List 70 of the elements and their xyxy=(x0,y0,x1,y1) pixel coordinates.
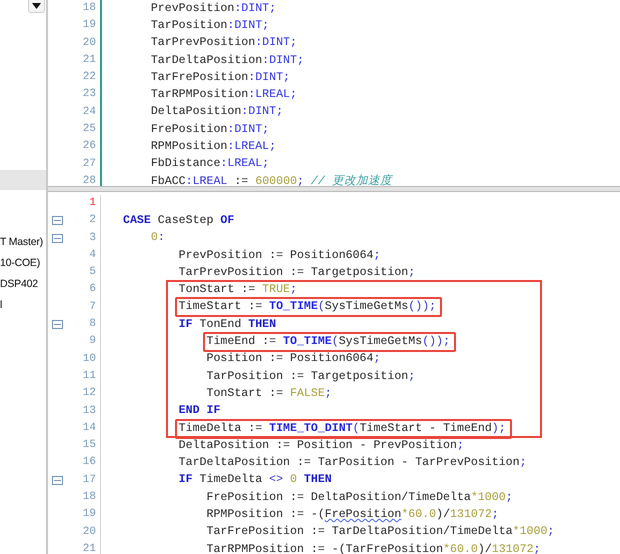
line-number: 16 xyxy=(82,455,97,470)
code-line: FrePosition := DeltaPosition/TimeDelta*1000; xyxy=(206,490,513,505)
code-line: TarRPMPosition:LREAL; xyxy=(150,88,297,102)
code-line: TarPrevPosition := Targetposition; xyxy=(178,266,416,280)
code-line: DeltaPosition := Position - PrevPosition; xyxy=(178,438,464,453)
line-number: 5 xyxy=(88,265,97,280)
line-number: 22 xyxy=(82,70,97,86)
tree-item[interactable]: l xyxy=(0,295,46,316)
collapse-icon[interactable] xyxy=(52,320,62,330)
code-line: Position := Position6064; xyxy=(206,352,380,366)
code-line: IF TimeDelta <> 0 THEN xyxy=(178,473,332,488)
line-number: 21 xyxy=(82,52,97,68)
tree-item[interactable]: T Master) xyxy=(0,232,46,253)
line-number: 10 xyxy=(82,352,97,367)
code-line: TarFrePosition:DINT; xyxy=(150,70,290,85)
tree-item[interactable]: 10-COE) xyxy=(0,253,46,274)
line-number: 1 xyxy=(88,196,97,211)
code-line: IF TonEnd THEN xyxy=(178,318,276,332)
line-number: 18 xyxy=(82,1,97,16)
code-line: FrePosition:DINT; xyxy=(150,122,270,137)
line-number: 3 xyxy=(88,230,97,246)
line-number: 11 xyxy=(82,368,97,384)
code-line: PrevPosition:DINT; xyxy=(150,2,276,16)
code-line: DeltaPosition:DINT; xyxy=(150,105,284,120)
line-number: 24 xyxy=(82,104,97,120)
line-number: 20 xyxy=(82,524,97,540)
code-line: TonStart := FALSE; xyxy=(206,386,332,401)
code-line: PrevPosition := Position6064; xyxy=(178,248,380,263)
line-number: 28 xyxy=(82,174,97,186)
line-number: 21 xyxy=(82,542,97,554)
line-number: 13 xyxy=(82,404,97,419)
caret-icon xyxy=(32,3,41,9)
code-line: TarRPMPosition := -(TarFrePosition*60.0)/131072; xyxy=(206,542,540,554)
line-number: 18 xyxy=(82,490,97,506)
line-number: 4 xyxy=(88,248,97,263)
code-line: TarDeltaPosition:DINT; xyxy=(150,54,304,68)
line-number: 25 xyxy=(82,122,97,138)
code-line: TarPosition := Targetposition; xyxy=(206,370,416,384)
collapse-icon[interactable] xyxy=(52,476,62,485)
line-number: 27 xyxy=(82,156,97,172)
line-number: 9 xyxy=(88,334,97,350)
line-number: 14 xyxy=(82,420,97,436)
tree-item[interactable]: DSP402 xyxy=(0,274,46,295)
line-number: 15 xyxy=(82,438,97,454)
line-number: 19 xyxy=(82,507,97,522)
line-number: 26 xyxy=(82,139,97,154)
collapse-icon[interactable] xyxy=(52,234,62,243)
code-line: TarPrevPosition:DINT; xyxy=(150,36,297,50)
line-number: 12 xyxy=(82,386,97,402)
code-line: TarPosition:DINT; xyxy=(150,18,270,33)
line-number: 7 xyxy=(88,300,97,315)
code-line: CASE CaseStep OF xyxy=(123,214,234,228)
code-line: FbDistance:LREAL; xyxy=(150,157,270,172)
code-line: RPMPosition := -(FrePosition*60.0)/131072; xyxy=(206,508,499,522)
line-number: 23 xyxy=(82,87,97,102)
line-number: 2 xyxy=(88,213,97,228)
code-line: TarFrePosition := TarDeltaPosition/TimeDelta*1000; xyxy=(206,525,554,540)
line-number: 8 xyxy=(88,317,97,332)
code-line: FbACC:LREAL := 600000; // 更改加速度 xyxy=(150,174,392,186)
line-number: 20 xyxy=(82,36,97,51)
code-line: 0: xyxy=(150,231,165,246)
code-line: TonStart := TRUE; xyxy=(178,283,297,298)
dropdown-button[interactable] xyxy=(28,0,45,13)
collapse-icon[interactable] xyxy=(52,216,62,226)
code-line: TarDeltaPosition := TarPosition - TarPrevPosition; xyxy=(178,456,527,470)
code-line: END IF xyxy=(178,404,220,418)
line-number: 19 xyxy=(82,18,97,34)
line-number: 17 xyxy=(82,472,97,488)
line-number: 6 xyxy=(88,282,97,298)
code-line: RPMPosition:LREAL; xyxy=(150,140,276,154)
